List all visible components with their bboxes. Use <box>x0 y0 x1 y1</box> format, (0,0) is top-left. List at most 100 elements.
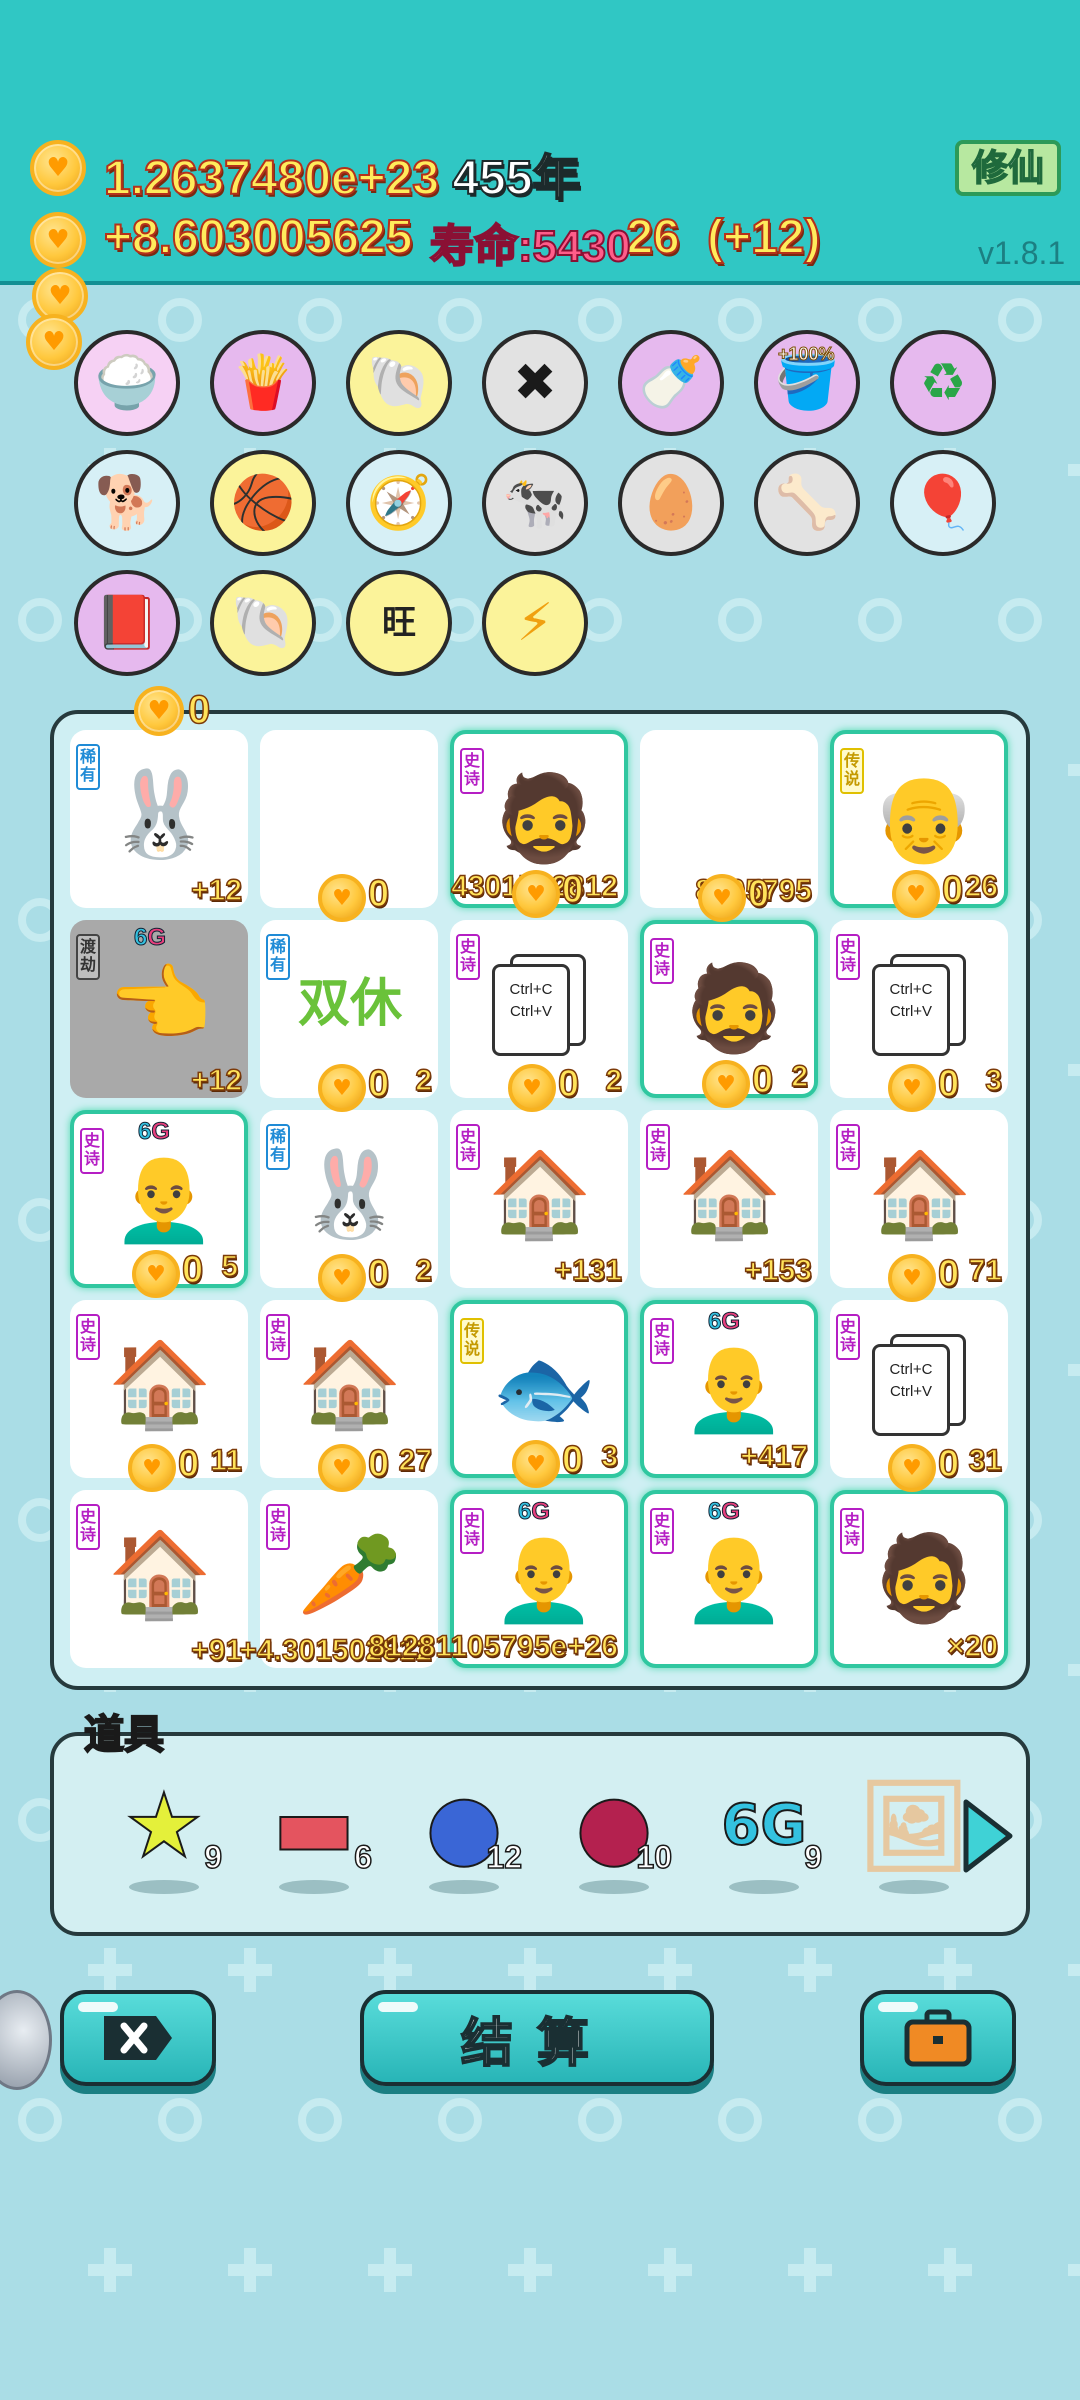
breast-pump-icon[interactable]: 🍼 <box>618 330 724 436</box>
coin-icon: ♥ <box>318 1064 366 1112</box>
basketballs-icon[interactable]: 🏀 <box>210 450 316 556</box>
bg-ring <box>718 298 762 342</box>
board-cell[interactable]: 传说 🐟 3 ♥ 0 <box>450 1300 628 1488</box>
bg-cross <box>928 1948 972 1992</box>
heart-icon: ♥ <box>526 1451 546 1477</box>
rabbit-house-icon: 🏠 <box>107 1525 213 1623</box>
coin-value: 0 <box>367 872 390 916</box>
bg-ring <box>718 2098 762 2142</box>
board-cell[interactable]: 史诗 🏠 +91 <box>70 1490 248 1668</box>
bg-ring <box>718 598 762 642</box>
carrot-icon: 🥕 <box>297 1525 403 1623</box>
coin-value: 0 <box>561 1438 584 1482</box>
board-cell[interactable]: 史诗 🏠 +131 <box>450 1110 628 1288</box>
remove-button[interactable] <box>60 1990 216 2086</box>
board-cell[interactable]: 传说 👴 26 ♥ 0 <box>830 730 1008 918</box>
bg-cross <box>788 2248 832 2292</box>
bg-ring <box>858 2098 902 2142</box>
wang-characters-icon[interactable]: 旺 <box>346 570 452 676</box>
board-cell[interactable]: 史诗 🏠 27 ♥ 0 <box>260 1300 438 1492</box>
bucket-bonus-icon[interactable]: 🪣 +100% <box>754 330 860 436</box>
star-item[interactable]: ★ 9 <box>104 1776 224 1906</box>
breast-pump-icon-glyph: 🍼 <box>638 353 704 413</box>
board-top-coin-icon: ♥ <box>134 686 184 736</box>
bg-cross <box>368 1948 412 1992</box>
board-cell[interactable]: 史诗 6G 👨‍🦲 5 ♥ 0 <box>70 1110 248 1298</box>
french-fries-icon[interactable]: 🍟 <box>210 330 316 436</box>
coin-value: 0 <box>751 1058 774 1102</box>
board-cell[interactable]: 史诗🧔4301502812♥0 <box>450 730 628 918</box>
bald-man-icon: 👨‍🦲 <box>491 1529 597 1627</box>
inventory-button[interactable] <box>860 1990 1016 2086</box>
rice-bowl-icon[interactable]: 🍚 <box>74 330 180 436</box>
egg-tray-icon[interactable]: 🥚 <box>618 450 724 556</box>
air-pump-icon[interactable]: 🎈 <box>890 450 996 556</box>
lychee-item[interactable]: ● 10 <box>554 1776 674 1906</box>
board-cell[interactable]: 史诗 🧔 ×20 <box>830 1490 1008 1668</box>
compass-icon[interactable]: 🧭 <box>346 450 452 556</box>
shell-icon[interactable]: 🐚 <box>346 330 452 436</box>
board-cell[interactable]: 史诗 🏠 11 ♥ 0 <box>70 1300 248 1492</box>
board-cell[interactable]: 稀有 双休 2 ♥ 0 <box>260 920 438 1112</box>
board-cell[interactable]: 史诗 6G 👨‍🦲 +417 <box>640 1300 818 1478</box>
cell-value: 71 <box>968 1253 1003 1288</box>
coin-value: 0 <box>557 1062 580 1106</box>
board-cell[interactable]: 史诗 🏠 +153 <box>640 1110 818 1288</box>
time-magazine-icon[interactable]: 📕 <box>74 570 180 676</box>
bg-cross <box>928 2248 972 2292</box>
rice-bowl-icon-glyph: 🍚 <box>94 353 160 413</box>
coin-rate-icon: ♥ <box>30 212 86 268</box>
board-cell[interactable]: 史诗 6G 👨‍🦲 <box>640 1490 818 1668</box>
board-cell[interactable]: 史诗 Ctrl+C Ctrl+V 2 ♥ 0 <box>450 920 628 1112</box>
liver-item[interactable]: ▬ 6 <box>254 1776 374 1906</box>
twin-cows-icon[interactable]: 🐄 <box>482 450 588 556</box>
coin-icon: ♥ <box>318 1254 366 1302</box>
bg-ring <box>158 298 202 342</box>
bg-ring <box>158 2098 202 2142</box>
koi-fish-icon: 🐟 <box>491 1339 597 1437</box>
coin-icon: ♥ <box>888 1064 936 1112</box>
board-cell[interactable]: ♥ 0 <box>260 730 438 922</box>
delete-tag-icon[interactable]: ✖ <box>482 330 588 436</box>
bg-ring <box>998 2098 1042 2142</box>
recycle-icon-glyph: ♻ <box>919 353 967 413</box>
board-cell[interactable]: 史诗 🏠 71 ♥ 0 <box>830 1110 1008 1302</box>
heart-icon: ♥ <box>902 1265 922 1291</box>
board-cell[interactable]: 史诗 Ctrl+C Ctrl+V 3 ♥ 0 <box>830 920 1008 1112</box>
shell-icon-glyph: 🐚 <box>230 593 296 653</box>
heart-icon: ♥ <box>332 1455 352 1481</box>
bearded-man-icon: 🧔 <box>491 769 597 867</box>
years: 455年 <box>451 151 581 206</box>
heart-icon: ♥ <box>146 1261 166 1287</box>
rarity-badge: 史诗 <box>456 1124 480 1170</box>
board-cell[interactable]: 稀有 🐰 +12 <box>70 730 248 908</box>
board-cell[interactable]: 史诗 Ctrl+C Ctrl+V 31 ♥ 0 <box>830 1300 1008 1492</box>
blueberry-item[interactable]: ● 12 <box>404 1776 524 1906</box>
board-cell[interactable]: 史诗 🧔 2 ♥ 0 <box>640 920 818 1108</box>
lightning-icon[interactable]: ⚡ <box>482 570 588 676</box>
board-cell[interactable]: 8105795 ♥ 0 <box>640 730 818 922</box>
board-cell[interactable]: 史诗 6G 👨‍🦲 81281105795e+26 <box>368 1490 628 1668</box>
pet-bowl-icon-glyph: 🦴 <box>774 473 840 533</box>
item-shadow <box>279 1880 349 1894</box>
cultivate-button[interactable]: 修仙 <box>955 140 1061 196</box>
board-cell[interactable]: 稀有 🐰 2 ♥ 0 <box>260 1110 438 1302</box>
cool-dog-icon-glyph: 🐕 <box>94 473 160 533</box>
basketballs-icon-glyph: 🏀 <box>230 473 296 533</box>
rarity-badge: 史诗 <box>456 934 480 980</box>
double-rest-icon: 双休 <box>297 974 402 1034</box>
cool-dog-icon[interactable]: 🐕 <box>74 450 180 556</box>
coin-icon: ♥ <box>128 1444 176 1492</box>
bg-ring <box>998 598 1042 642</box>
portrait-frame-item[interactable]: 🖼 <box>854 1776 974 1906</box>
shell-icon[interactable]: 🐚 <box>210 570 316 676</box>
pet-bowl-icon[interactable]: 🦴 <box>754 450 860 556</box>
recycle-icon[interactable]: ♻ <box>890 330 996 436</box>
items-bar: ★ 9 ▬ 6 ● 12 ● 10 6G 9 🖼 <box>50 1732 1030 1936</box>
cell-value: ×20 <box>946 1629 998 1664</box>
six-g-item[interactable]: 6G 9 <box>704 1776 824 1906</box>
six-g-icon: 6G <box>721 1793 808 1858</box>
cell-value: +12 <box>190 1063 242 1098</box>
board-cell[interactable]: 渡劫 6G 👈 +12 <box>70 920 248 1098</box>
settle-button[interactable]: 结算 <box>360 1990 714 2086</box>
